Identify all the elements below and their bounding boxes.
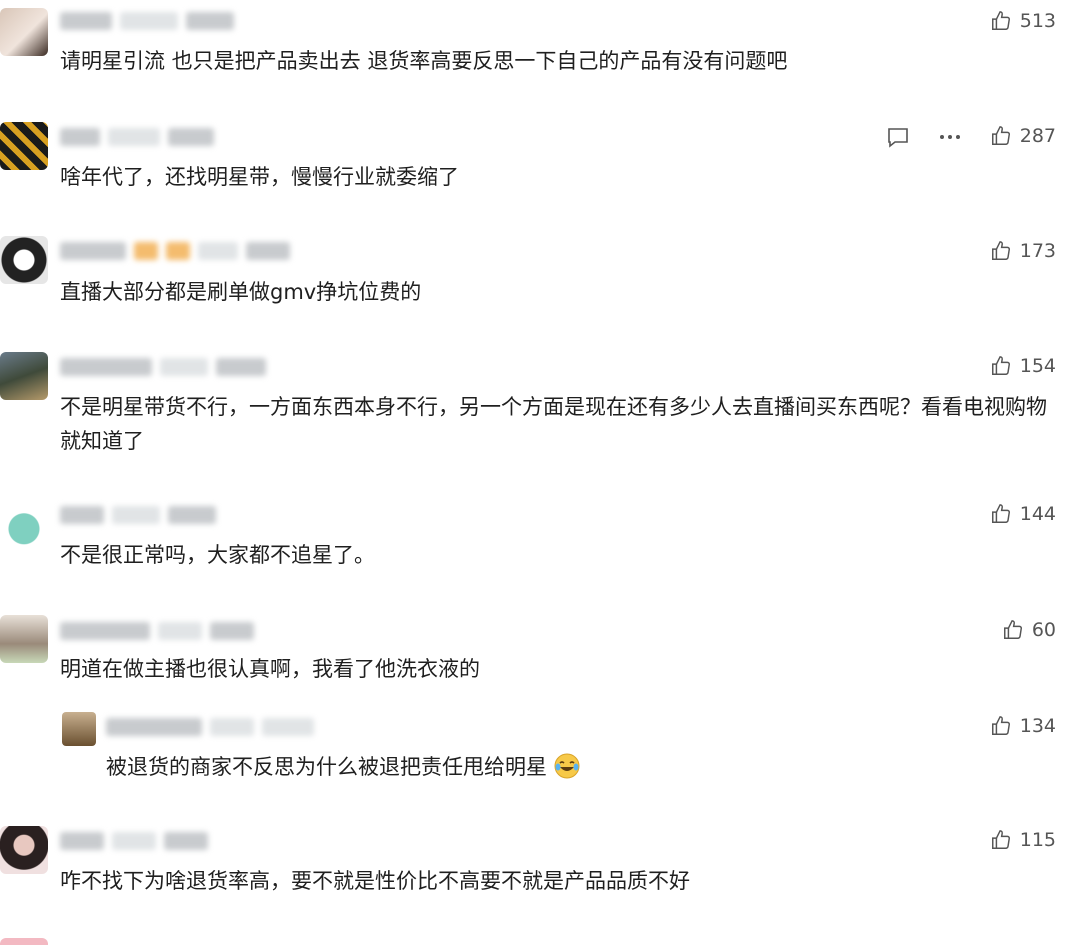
like-count: 144 [1019, 503, 1056, 525]
like-button[interactable]: 513 [990, 10, 1056, 32]
comment-text: 啥年代了，还找明星带，慢慢行业就委缩了 [60, 165, 459, 189]
thumbs-up-icon [991, 126, 1010, 145]
like-button[interactable]: 154 [990, 355, 1056, 377]
avatar[interactable] [0, 500, 48, 548]
avatar[interactable] [0, 938, 48, 945]
comment-text: 不是明星带货不行，一方面东西本身不行，另一个方面是现在还有多少人去直播间买东西呢… [60, 395, 1047, 453]
like-button[interactable]: 287 [990, 125, 1056, 147]
comment-meta [60, 504, 216, 526]
like-count: 60 [1031, 619, 1056, 641]
comment-text: 咋不找下为啥退货率高，要不就是性价比不高要不就是产品品质不好 [60, 869, 690, 893]
like-count: 154 [1019, 355, 1056, 377]
comment-meta [60, 10, 234, 32]
comment-text: 不是很正常吗，大家都不追星了。 [60, 543, 375, 567]
avatar[interactable] [0, 236, 48, 284]
comment-meta [60, 356, 266, 378]
comment-meta [60, 240, 290, 262]
like-button[interactable]: 144 [990, 503, 1056, 525]
comment-meta [60, 126, 214, 148]
like-count: 513 [1019, 10, 1056, 32]
like-count: 173 [1019, 240, 1056, 262]
comment-text: 明道在做主播也很认真啊，我看了他洗衣液的 [60, 657, 480, 681]
thumbs-up-icon [1003, 620, 1022, 639]
like-count: 115 [1019, 829, 1056, 851]
thumbs-up-icon [991, 504, 1010, 523]
thumbs-up-icon [991, 716, 1010, 735]
avatar[interactable] [0, 615, 48, 663]
comment-text: 直播大部分都是刷单做gmv挣坑位费的 [60, 280, 422, 304]
comment-text: 被退货的商家不反思为什么被退把责任甩给明星 [106, 755, 547, 779]
avatar[interactable] [0, 826, 48, 874]
comment-meta [60, 620, 254, 642]
like-count: 287 [1019, 125, 1056, 147]
thumbs-up-icon [991, 241, 1010, 260]
avatar[interactable] [0, 352, 48, 400]
thumbs-up-icon [991, 11, 1010, 30]
comment-meta [60, 830, 208, 852]
avatar[interactable] [0, 8, 48, 56]
thumbs-up-icon [991, 830, 1010, 849]
more-icon[interactable] [938, 126, 962, 148]
like-button[interactable]: 173 [990, 240, 1056, 262]
like-button[interactable]: 134 [990, 715, 1056, 737]
thumbs-up-icon [991, 356, 1010, 375]
like-button[interactable]: 60 [1002, 619, 1056, 641]
laughing-tears-emoji-icon [554, 753, 580, 779]
reply-icon[interactable] [886, 126, 910, 148]
comment-meta [106, 716, 314, 738]
comment-text: 请明星引流 也只是把产品卖出去 退货率高要反思一下自己的产品有没有问题吧 [60, 49, 788, 73]
like-count: 134 [1019, 715, 1056, 737]
avatar[interactable] [62, 712, 96, 746]
like-button[interactable]: 115 [990, 829, 1056, 851]
avatar[interactable] [0, 122, 48, 170]
